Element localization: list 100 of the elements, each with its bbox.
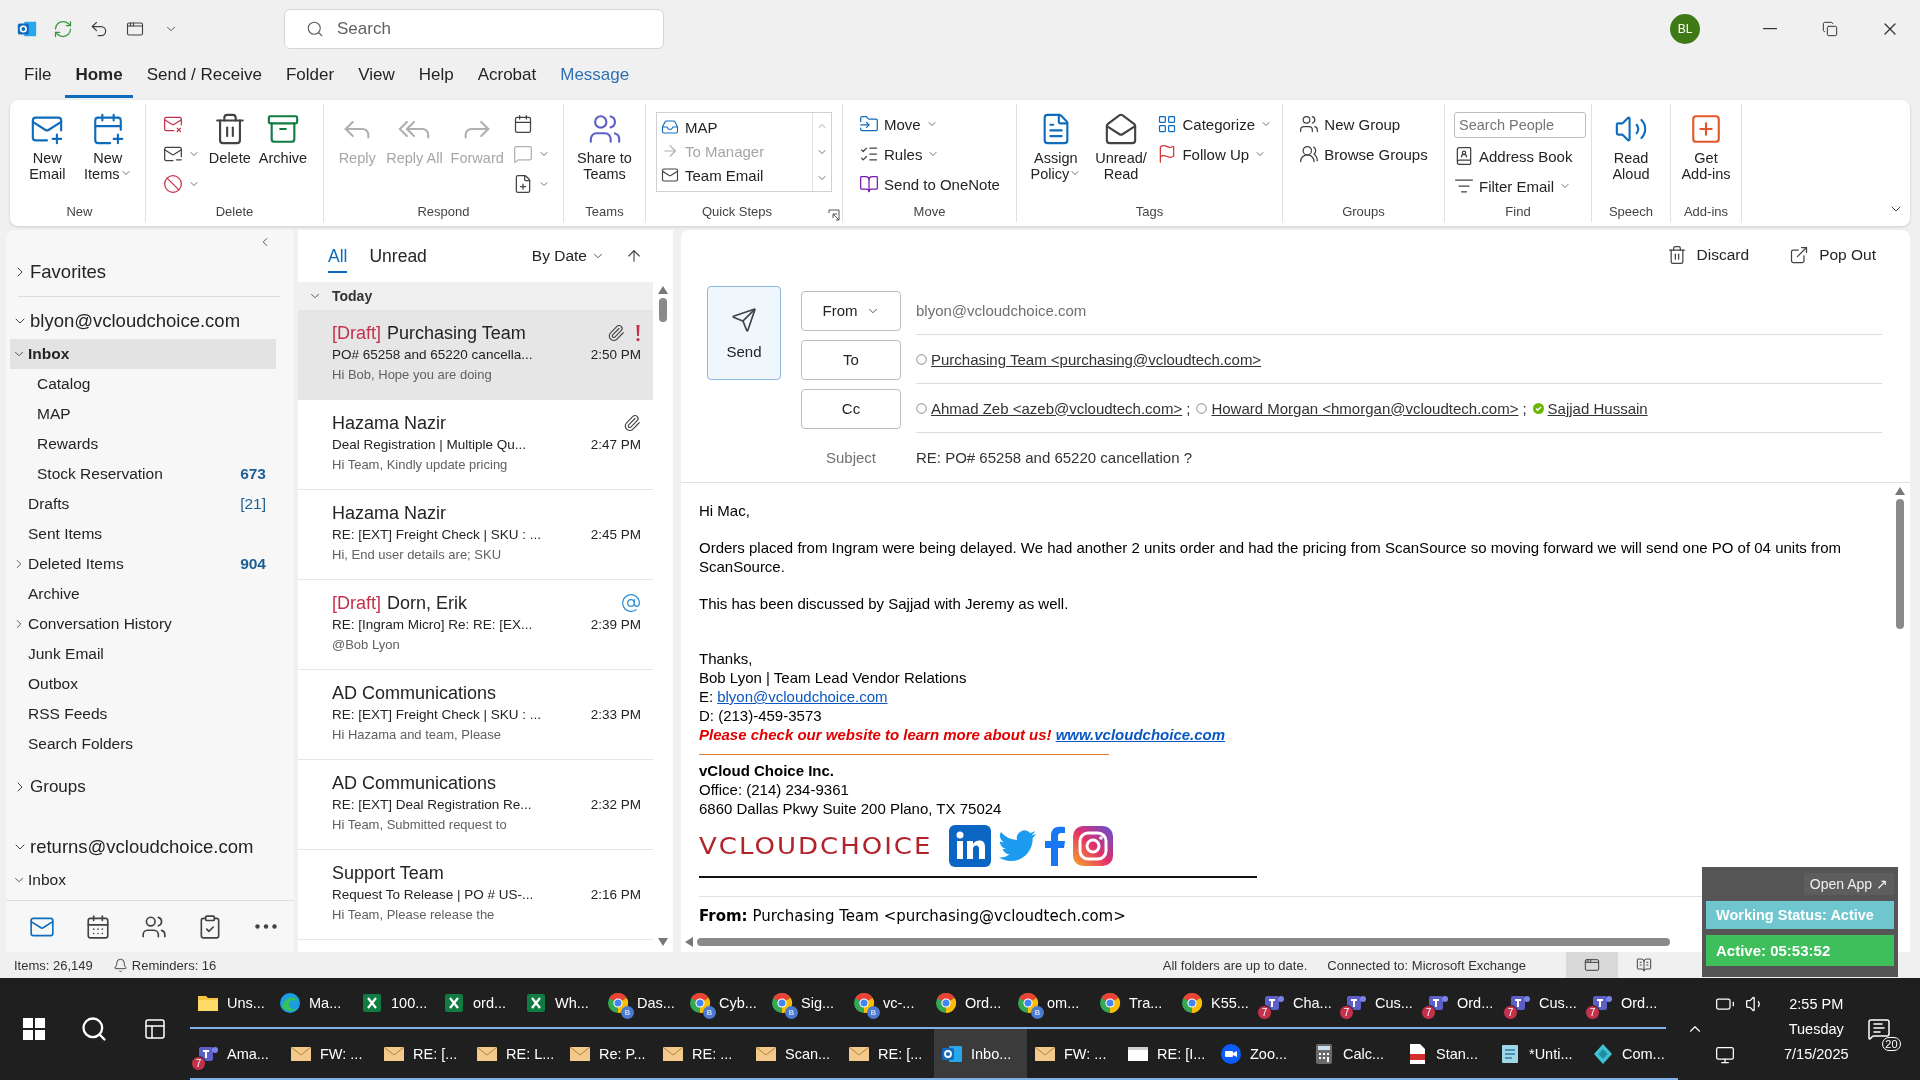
taskbar-button[interactable]: 7 Cus... xyxy=(1338,978,1420,1029)
folder-item[interactable]: Search Folders xyxy=(10,729,276,759)
taskbar-button[interactable]: 7 Ama... xyxy=(190,1029,283,1080)
taskbar-button[interactable]: RE: ... xyxy=(655,1029,748,1080)
menu-tab[interactable]: Folder xyxy=(275,62,345,98)
scrollbar-thumb[interactable] xyxy=(659,298,667,322)
view-button[interactable] xyxy=(1566,952,1618,978)
ribbon-button[interactable]: New Email xyxy=(20,110,75,202)
recipient-link[interactable]: Sajjad Hussain xyxy=(1547,399,1648,417)
taskbar-button[interactable]: B Sig... xyxy=(764,978,846,1029)
folder-item[interactable]: MAP xyxy=(10,399,276,429)
section-header[interactable]: Groups xyxy=(10,769,290,805)
taskbar-button[interactable]: Calc... xyxy=(1306,1029,1399,1080)
to-button[interactable]: To xyxy=(801,339,901,380)
taskbar-button[interactable]: FW: ... xyxy=(1027,1029,1120,1080)
scrollbar-thumb[interactable] xyxy=(1896,499,1904,629)
ribbon-button[interactable]: Get Add-ins xyxy=(1677,110,1735,202)
notifications-button[interactable] xyxy=(1866,1017,1891,1041)
taskbar-button[interactable]: Inbo... xyxy=(934,1029,1027,1080)
taskbar-button[interactable]: *Unti... xyxy=(1492,1029,1585,1080)
toolbar-button[interactable]: Pop Out xyxy=(1783,244,1882,266)
ribbon-button[interactable]: New Items xyxy=(76,110,139,202)
folder-item[interactable]: Stock Reservation 673 xyxy=(10,459,276,489)
menu-tab[interactable]: Help xyxy=(408,62,464,98)
ribbon-button[interactable]: Filter Email xyxy=(1450,172,1586,200)
taskbar-button[interactable]: Scan... xyxy=(748,1029,841,1080)
menu-tab[interactable]: Send / Receive xyxy=(136,62,272,98)
send-button[interactable]: Send xyxy=(707,286,781,380)
subject-field[interactable]: RE: PO# 65258 and 65220 cancellation ? xyxy=(916,448,1193,466)
taskbar-button[interactable]: Uns... xyxy=(190,978,272,1029)
ribbon-button[interactable]: Unread/ Read xyxy=(1090,110,1152,202)
scroll-up-icon[interactable] xyxy=(1895,487,1905,495)
ribbon-button[interactable]: Move xyxy=(855,110,1004,138)
ribbon-button[interactable]: New Group xyxy=(1295,110,1432,138)
folder-item[interactable]: Inbox xyxy=(10,865,276,895)
taskbar-button[interactable]: Tra... xyxy=(1092,978,1174,1029)
scroll-up-icon[interactable] xyxy=(658,286,668,294)
menu-tab[interactable]: Acrobat xyxy=(467,62,547,98)
taskbar-button[interactable]: Re: P... xyxy=(562,1029,655,1080)
ribbon-button[interactable]: Send to OneNote xyxy=(855,170,1004,198)
folder-item[interactable]: Outbox xyxy=(10,669,276,699)
folder-item[interactable]: Rewards xyxy=(10,429,276,459)
cc-button[interactable]: Cc xyxy=(801,388,901,429)
taskbar-button[interactable]: 7 Ord... xyxy=(1584,978,1666,1029)
folder-item[interactable]: Junk Email xyxy=(10,639,276,669)
recipient-link[interactable]: Howard Morgan <hmorgan@vcloudtech.com> xyxy=(1211,399,1519,417)
from-button[interactable]: From xyxy=(801,290,901,331)
taskbar-button[interactable]: 7 Cus... xyxy=(1502,978,1584,1029)
sort-direction-button[interactable] xyxy=(625,247,643,265)
menu-tab[interactable]: File xyxy=(14,62,62,98)
folder-item[interactable]: Deleted Items 904 xyxy=(10,549,276,579)
toolbar-button[interactable]: Discard xyxy=(1660,244,1756,266)
taskbar-button[interactable]: Zoo... xyxy=(1213,1029,1306,1080)
section-header[interactable]: Favorites xyxy=(10,254,290,290)
ribbon-button[interactable]: Delete xyxy=(205,110,254,202)
account-header[interactable]: returns@vcloudchoice.com xyxy=(10,829,290,865)
account-header[interactable]: blyon@vcloudchoice.com xyxy=(10,303,290,339)
taskbar-button[interactable]: FW: ... xyxy=(283,1029,376,1080)
folder-item[interactable]: Drafts [21] xyxy=(10,489,276,519)
recipient-link[interactable]: Ahmad Zeb <azeb@vcloudtech.com> xyxy=(931,399,1183,417)
taskbar-button[interactable]: B vc-... xyxy=(846,978,928,1029)
taskbar-button[interactable]: RE: [I... xyxy=(1120,1029,1213,1080)
dialog-launcher-icon[interactable] xyxy=(828,207,840,219)
ribbon-button[interactable]: Rules xyxy=(855,140,1004,168)
taskbar-button[interactable]: Ma... xyxy=(272,978,354,1029)
menu-tab[interactable]: Message xyxy=(550,62,640,98)
ribbon-button[interactable]: Share to Teams xyxy=(571,110,638,202)
folder-item[interactable]: Catalog xyxy=(10,369,276,399)
scrollbar-thumb[interactable] xyxy=(697,938,1670,946)
taskbar-button[interactable]: RE: [... xyxy=(376,1029,469,1080)
ribbon-button[interactable]: Read Aloud xyxy=(1598,110,1664,202)
quick-step[interactable]: MAP xyxy=(657,115,812,139)
sort-button[interactable]: By Date xyxy=(525,246,611,266)
taskbar-button[interactable]: 100... xyxy=(354,978,436,1029)
ribbon-button[interactable]: Archive xyxy=(255,110,311,202)
taskbar-button[interactable]: ord... xyxy=(436,978,518,1029)
website-link[interactable]: www.vcloudchoice.com xyxy=(1055,725,1226,744)
scroll-down-icon[interactable] xyxy=(658,938,668,946)
taskbar-button[interactable]: B om... xyxy=(1010,978,1092,1029)
email-link[interactable]: blyon@vcloudchoice.com xyxy=(717,687,888,706)
taskbar-button[interactable]: K55... xyxy=(1174,978,1256,1029)
taskbar-button[interactable]: 7 Cha... xyxy=(1256,978,1338,1029)
recipient-link[interactable]: Purchasing Team <purchasing@vcloudtech.com> xyxy=(931,350,1262,368)
reminders-count[interactable]: Reminders: 16 xyxy=(131,957,217,973)
ribbon-button[interactable]: Categorize xyxy=(1153,110,1276,138)
ribbon-button[interactable]: Browse Groups xyxy=(1295,140,1432,168)
taskbar-button[interactable]: B Cyb... xyxy=(682,978,764,1029)
message-item[interactable]: [Draft] Purchasing Team PO# 65258 and 65220 cancella... Hi Bob, Hope you are doing 2:50 PM xyxy=(298,310,653,400)
menu-tab[interactable]: View xyxy=(348,62,405,98)
folder-item[interactable]: Sent Items xyxy=(10,519,276,549)
taskbar-button[interactable]: 7 Ord... xyxy=(1420,978,1502,1029)
taskbar-button[interactable]: RE: L... xyxy=(469,1029,562,1080)
avatar[interactable]: BL xyxy=(1670,14,1700,44)
ribbon-button[interactable]: Address Book xyxy=(1450,142,1586,170)
search-people-field[interactable]: Search People xyxy=(1454,112,1586,138)
filter-tab[interactable]: Unread xyxy=(369,239,427,273)
taskbar-button[interactable]: B Das... xyxy=(600,978,682,1029)
taskbar-button[interactable]: Wh... xyxy=(518,978,600,1029)
search-field[interactable]: Search xyxy=(284,9,664,49)
ribbon-button[interactable]: Assign Policy xyxy=(1023,110,1089,202)
